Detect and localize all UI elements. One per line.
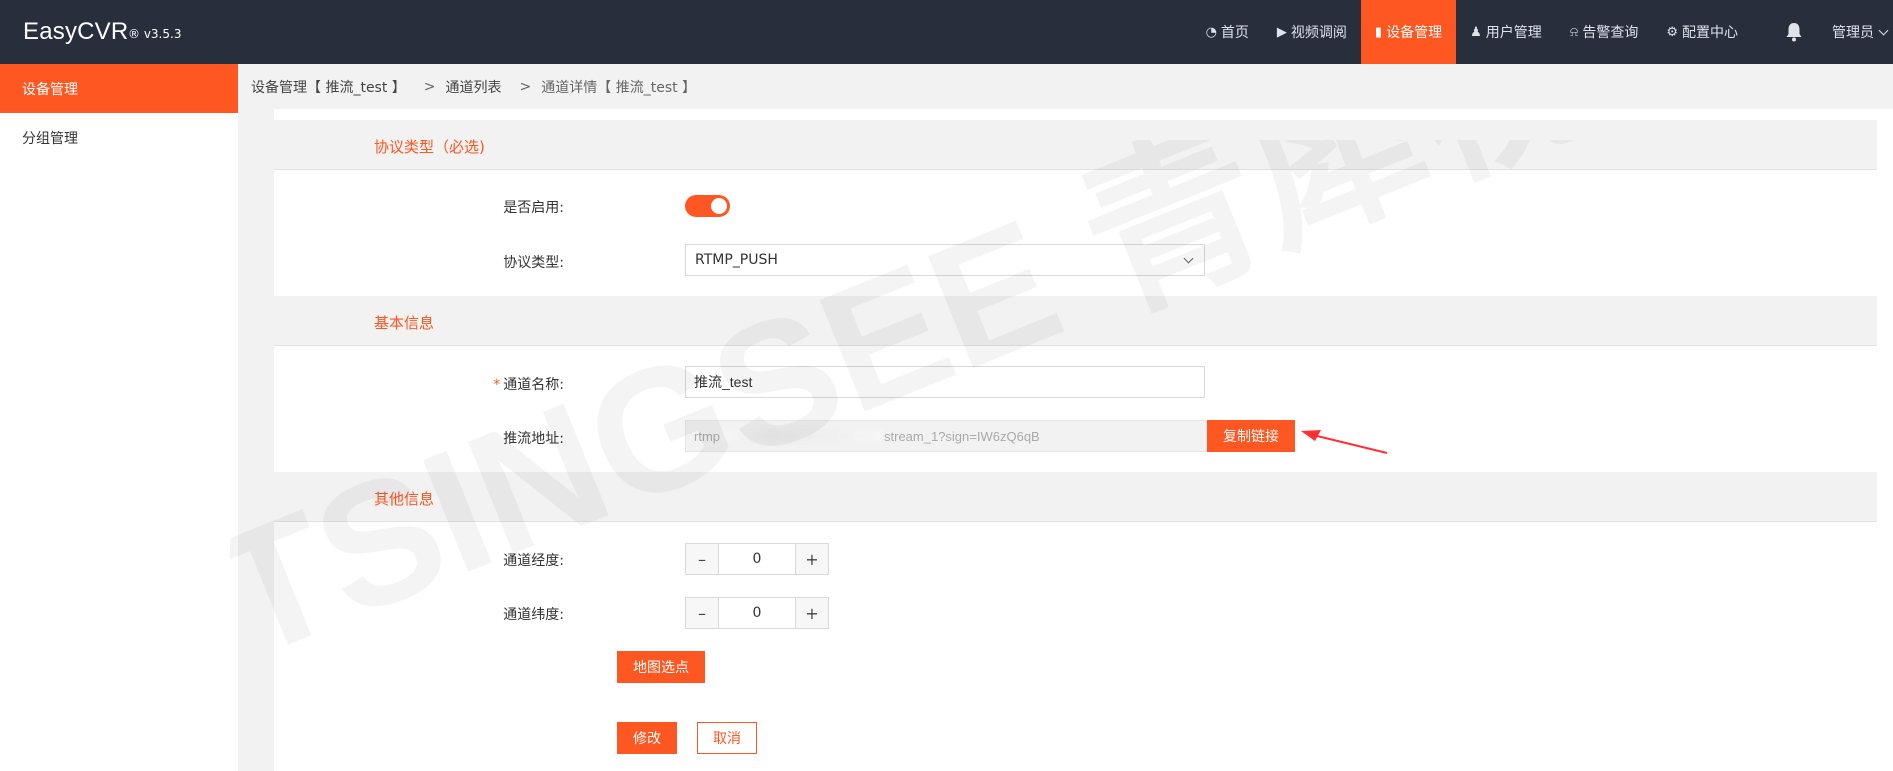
protocol-type-label: 协议类型:	[503, 255, 564, 271]
nav-user-management[interactable]: ♟ 用户管理	[1456, 0, 1556, 64]
section-basic-info-title: 基本信息	[374, 314, 435, 332]
main-nav: ◔ 首页 ▶ 视频调阅 ▮ 设备管理 ♟ 用户管理 ⍾ 告警查询 ⚙ 配置中心	[1192, 0, 1893, 64]
protocol-type-value: RTMP_PUSH	[695, 252, 778, 268]
nav-home-label: 首页	[1220, 25, 1249, 41]
chevron-down-icon	[1878, 25, 1889, 35]
user-icon: ♟	[1470, 24, 1482, 40]
sidebar-item-device-management[interactable]: 设备管理	[0, 64, 238, 113]
latitude-increment-button[interactable]: +	[796, 598, 828, 628]
nav-alarm-label: 告警查询	[1582, 25, 1639, 41]
section-basic-info: 基本信息	[274, 296, 1877, 346]
nav-video[interactable]: ▶ 视频调阅	[1263, 0, 1361, 64]
nav-device-label: 设备管理	[1386, 25, 1443, 41]
user-menu-label: 管理员	[1832, 25, 1874, 41]
notification-bell[interactable]	[1770, 0, 1818, 64]
channel-detail-form: 协议类型（必选) 是否启用: 协议类型: RTMP_PUSH 基本信息 * 通道名…	[247, 109, 1893, 771]
breadcrumb: 设备管理【 推流_test 】 > 通道列表 > 通道详情【 推流_test 】	[247, 64, 1893, 109]
breadcrumb-separator: >	[423, 78, 436, 95]
push-url-prefix: rtmp	[694, 428, 720, 444]
copy-link-button[interactable]: 复制链接	[1207, 420, 1295, 452]
sidebar-item-group-management[interactable]: 分组管理	[0, 113, 238, 162]
enabled-toggle[interactable]	[685, 195, 730, 217]
required-marker: *	[493, 377, 501, 393]
protocol-type-select[interactable]: RTMP_PUSH	[685, 244, 1205, 276]
cancel-button[interactable]: 取消	[697, 722, 757, 754]
nav-home[interactable]: ◔ 首页	[1192, 0, 1263, 64]
alarm-icon: ⍾	[1569, 24, 1579, 40]
user-menu[interactable]: 管理员	[1818, 0, 1893, 64]
channel-name-input[interactable]: 推流_test	[685, 366, 1205, 398]
section-other-info-title: 其他信息	[374, 490, 435, 508]
map-pick-button[interactable]: 地图选点	[617, 651, 705, 683]
nav-user-label: 用户管理	[1485, 25, 1542, 41]
latitude-stepper: – 0 +	[685, 597, 829, 629]
content-gutter	[247, 109, 274, 771]
latitude-label: 通道纬度:	[503, 607, 564, 623]
breadcrumb-current: 通道详情【 推流_test 】	[541, 79, 697, 96]
latitude-value[interactable]: 0	[718, 598, 796, 628]
sidebar: 设备管理 分组管理	[0, 64, 238, 771]
longitude-increment-button[interactable]: +	[796, 544, 828, 574]
breadcrumb-channel-list[interactable]: 通道列表	[446, 77, 502, 97]
enabled-label: 是否启用:	[503, 200, 564, 216]
section-other-info: 其他信息	[274, 472, 1877, 522]
channel-name-value: 推流_test	[694, 374, 753, 390]
top-navbar: EasyCVR ® v3.5.3 ◔ 首页 ▶ 视频调阅 ▮ 设备管理 ♟ 用户…	[0, 0, 1893, 64]
device-icon: ▮	[1374, 24, 1383, 40]
nav-config-center[interactable]: ⚙ 配置中心	[1652, 0, 1752, 64]
channel-name-label: * 通道名称:	[454, 374, 564, 394]
toggle-knob	[711, 198, 727, 214]
dashboard-icon: ◔	[1205, 24, 1217, 40]
push-url-label: 推流地址:	[503, 431, 564, 447]
app-logo[interactable]: EasyCVR	[23, 18, 128, 46]
play-circle-icon: ▶	[1276, 24, 1287, 40]
latitude-decrement-button[interactable]: –	[686, 598, 718, 628]
nav-device-management[interactable]: ▮ 设备管理	[1360, 0, 1457, 64]
redacted-url-segment	[722, 429, 882, 443]
section-protocol-title: 协议类型（必选)	[374, 138, 485, 156]
arrow-annotation-icon	[1301, 430, 1388, 454]
nav-config-label: 配置中心	[1682, 25, 1738, 41]
channel-name-label-text: 通道名称:	[503, 377, 564, 393]
breadcrumb-root[interactable]: 设备管理【 推流_test 】	[251, 77, 406, 97]
breadcrumb-separator: >	[519, 78, 532, 95]
sidebar-divider	[238, 64, 247, 771]
bell-icon	[1786, 23, 1802, 42]
longitude-label: 通道经度:	[503, 553, 564, 569]
longitude-value[interactable]: 0	[718, 544, 796, 574]
nav-alarm-query[interactable]: ⍾ 告警查询	[1556, 0, 1653, 64]
push-url-input[interactable]: rtmp stream_1?sign=IW6zQ6qB	[685, 420, 1207, 452]
longitude-stepper: – 0 +	[685, 543, 829, 575]
nav-video-label: 视频调阅	[1290, 25, 1347, 41]
longitude-decrement-button[interactable]: –	[686, 544, 718, 574]
chevron-down-icon	[1183, 253, 1194, 264]
gear-icon: ⚙	[1666, 24, 1678, 40]
app-version: ® v3.5.3	[128, 27, 182, 41]
section-protocol: 协议类型（必选)	[274, 120, 1877, 170]
push-url-suffix: stream_1?sign=IW6zQ6qB	[884, 428, 1040, 444]
submit-button[interactable]: 修改	[617, 722, 677, 754]
